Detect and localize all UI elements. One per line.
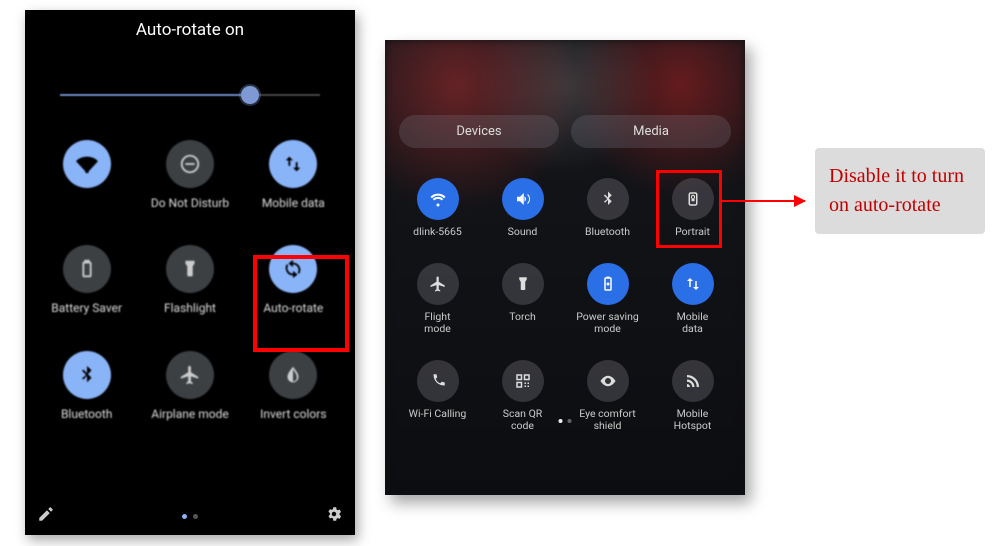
tile-label: Mobile Hotspot <box>674 408 712 433</box>
wifi-icon <box>417 178 459 220</box>
battery-icon <box>63 245 111 293</box>
tile-label: Auto-rotate <box>263 301 323 315</box>
settings-icon[interactable] <box>325 505 343 527</box>
tile-sound[interactable]: Sound <box>480 178 565 239</box>
tile-flashlight[interactable]: Flashlight <box>138 245 241 315</box>
tile-label: Wi-Fi Calling <box>409 408 467 421</box>
callout-box: Disable it to turn on auto-rotate <box>815 148 985 234</box>
airplane-icon <box>166 351 214 399</box>
tile-label: Bluetooth <box>61 407 112 421</box>
tile-wifi[interactable] <box>35 140 138 210</box>
brightness-track <box>60 94 320 96</box>
quick-settings-grid: dlink-5665 Sound Bluetooth Portrait <box>385 148 745 433</box>
tile-label: Do Not Disturb <box>151 196 229 210</box>
tile-bluetooth[interactable]: Bluetooth <box>35 351 138 421</box>
qr-icon <box>502 360 544 402</box>
quick-settings-footer <box>25 505 355 527</box>
sound-icon <box>502 178 544 220</box>
flashlight-icon <box>166 245 214 293</box>
tile-label: Bluetooth <box>585 226 630 239</box>
tile-airplane[interactable]: Airplane mode <box>138 351 241 421</box>
torch-icon <box>502 263 544 305</box>
media-button[interactable]: Media <box>571 115 731 148</box>
brightness-slider[interactable] <box>60 85 320 105</box>
hotspot-icon <box>672 360 714 402</box>
tile-label: Eye comfort shield <box>579 408 636 433</box>
tile-mobile-hotspot[interactable]: Mobile Hotspot <box>650 360 735 433</box>
mobile-data-icon <box>269 140 317 188</box>
tile-dnd[interactable]: Do Not Disturb <box>138 140 241 210</box>
tile-wifi[interactable]: dlink-5665 <box>395 178 480 239</box>
bluetooth-icon <box>587 178 629 220</box>
tile-battery-saver[interactable]: Battery Saver <box>35 245 138 315</box>
devices-button[interactable]: Devices <box>399 115 559 148</box>
tile-label: dlink-5665 <box>413 226 462 239</box>
quick-settings-grid: Do Not Disturb Mobile data Battery Saver… <box>25 140 355 421</box>
tile-label: Airplane mode <box>151 407 228 421</box>
airplane-icon <box>417 263 459 305</box>
invert-colors-icon <box>269 351 317 399</box>
tile-label: Mobile data <box>677 311 709 336</box>
oneui-quick-settings-panel: Devices Media dlink-5665 Sound Blu <box>385 40 745 495</box>
tile-invert-colors[interactable]: Invert colors <box>242 351 345 421</box>
page-indicator <box>182 514 198 519</box>
tile-label: Flashlight <box>164 301 216 315</box>
tile-label: Torch <box>509 311 536 324</box>
tile-torch[interactable]: Torch <box>480 263 565 336</box>
tile-label: Invert colors <box>260 407 326 421</box>
tile-label: Flight mode <box>424 311 451 336</box>
wifi-calling-icon <box>417 360 459 402</box>
tile-power-saving[interactable]: Power saving mode <box>565 263 650 336</box>
tile-label: Sound <box>508 226 538 239</box>
tile-label: Mobile data <box>262 196 325 210</box>
auto-rotate-icon <box>269 245 317 293</box>
tile-mobile-data[interactable]: Mobile data <box>242 140 345 210</box>
bluetooth-icon <box>63 351 111 399</box>
portrait-lock-icon <box>672 178 714 220</box>
dnd-icon <box>166 140 214 188</box>
tile-flight-mode[interactable]: Flight mode <box>395 263 480 336</box>
tile-auto-rotate[interactable]: Auto-rotate <box>242 245 345 315</box>
top-buttons-row: Devices Media <box>385 40 745 148</box>
tile-bluetooth[interactable]: Bluetooth <box>565 178 650 239</box>
tile-scan-qr[interactable]: Scan QR code <box>480 360 565 433</box>
tile-eye-comfort[interactable]: Eye comfort shield <box>565 360 650 433</box>
page-indicator <box>559 419 572 423</box>
tile-label: Battery Saver <box>51 301 122 315</box>
tile-label: Portrait <box>675 226 710 239</box>
android-quick-settings-panel: Auto-rotate on Do Not Disturb Mobile dat… <box>25 10 355 535</box>
tile-mobile-data[interactable]: Mobile data <box>650 263 735 336</box>
tile-label: Scan QR code <box>503 408 543 433</box>
tile-wifi-calling[interactable]: Wi-Fi Calling <box>395 360 480 433</box>
edit-icon[interactable] <box>37 505 55 527</box>
mobile-data-icon <box>672 263 714 305</box>
tile-label: Power saving mode <box>576 311 639 336</box>
brightness-thumb[interactable] <box>241 86 259 104</box>
status-toast: Auto-rotate on <box>25 10 355 40</box>
power-saving-icon <box>587 263 629 305</box>
tile-portrait[interactable]: Portrait <box>650 178 735 239</box>
eye-comfort-icon <box>587 360 629 402</box>
wifi-icon <box>63 140 111 188</box>
